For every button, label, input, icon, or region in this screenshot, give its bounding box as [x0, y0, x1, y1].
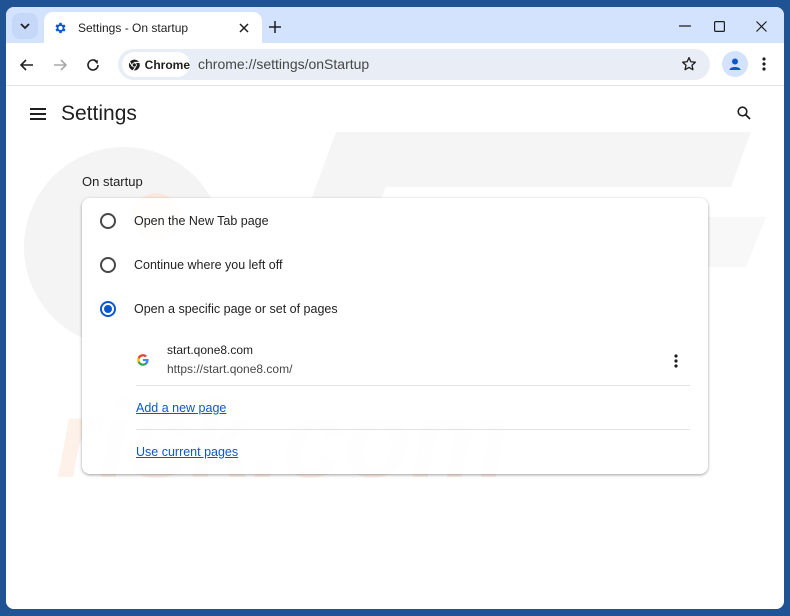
- page-title: Settings: [61, 102, 137, 125]
- startup-page-url: https://start.qone8.com/: [167, 362, 293, 376]
- maximize-icon: [713, 20, 725, 32]
- maximize-button[interactable]: [707, 15, 731, 37]
- search-settings-button[interactable]: [734, 103, 754, 123]
- radio-label: Open a specific page or set of pages: [134, 302, 338, 316]
- profile-avatar[interactable]: [722, 51, 748, 77]
- google-favicon-icon: [136, 353, 152, 369]
- use-current-row: Use current pages: [136, 430, 690, 474]
- radio-option-specific-pages[interactable]: Open a specific page or set of pages: [82, 287, 708, 331]
- site-info-chip[interactable]: Chrome: [122, 52, 190, 77]
- hamburger-icon: [30, 108, 46, 120]
- settings-page: risk.com Settings On startup Open the Ne…: [6, 87, 784, 609]
- close-window-button[interactable]: [749, 15, 773, 37]
- minimize-button[interactable]: [673, 15, 697, 37]
- radio-option-new-tab[interactable]: Open the New Tab page: [82, 199, 708, 243]
- startup-card: Open the New Tab page Continue where you…: [82, 198, 708, 474]
- gear-icon: [52, 20, 68, 36]
- toolbar: Chrome chrome://settings/onStartup: [6, 43, 784, 86]
- tab-title: Settings - On startup: [78, 20, 189, 35]
- use-current-pages-link[interactable]: Use current pages: [136, 445, 238, 459]
- bookmark-star-icon[interactable]: [680, 55, 698, 73]
- close-icon: [755, 20, 767, 32]
- minimize-icon: [679, 25, 691, 27]
- new-tab-button[interactable]: [264, 16, 286, 38]
- url-text[interactable]: chrome://settings/onStartup: [198, 56, 369, 72]
- radio-option-continue[interactable]: Continue where you left off: [82, 243, 708, 287]
- search-icon: [737, 106, 751, 120]
- back-button[interactable]: [14, 52, 40, 78]
- more-vert-icon: [674, 354, 678, 368]
- section-title: On startup: [82, 174, 143, 189]
- startup-page-entry: start.qone8.com https://start.qone8.com/: [136, 340, 690, 386]
- tab-search-button[interactable]: [12, 13, 38, 39]
- entry-more-button[interactable]: [666, 350, 686, 372]
- address-bar[interactable]: Chrome chrome://settings/onStartup: [118, 49, 710, 80]
- person-icon: [729, 58, 741, 70]
- chevron-down-icon: [20, 22, 30, 29]
- radio-button-checked[interactable]: [100, 301, 116, 317]
- close-tab-icon[interactable]: [234, 18, 254, 38]
- arrow-right-icon: [54, 59, 67, 71]
- chrome-icon: [128, 59, 140, 71]
- tab-settings[interactable]: Settings - On startup: [44, 12, 262, 43]
- radio-button[interactable]: [100, 213, 116, 229]
- main-menu-button[interactable]: [28, 104, 48, 124]
- chip-label: Chrome: [144, 57, 190, 72]
- forward-button[interactable]: [47, 52, 73, 78]
- plus-icon: [269, 21, 281, 33]
- reload-button[interactable]: [80, 52, 106, 78]
- radio-label: Continue where you left off: [134, 258, 283, 272]
- arrow-left-icon: [20, 59, 33, 71]
- radio-dot: [104, 305, 112, 313]
- add-page-row: Add a new page: [136, 386, 690, 430]
- browser-menu-button[interactable]: [754, 51, 774, 77]
- more-vert-icon: [762, 57, 766, 71]
- radio-button[interactable]: [100, 257, 116, 273]
- add-new-page-link[interactable]: Add a new page: [136, 401, 226, 415]
- tab-strip: Settings - On startup: [6, 7, 784, 43]
- radio-label: Open the New Tab page: [134, 214, 269, 228]
- reload-icon: [87, 59, 99, 71]
- browser-window: Settings - On startup Chrome chrome://se…: [6, 7, 784, 609]
- startup-page-name: start.qone8.com: [167, 343, 254, 357]
